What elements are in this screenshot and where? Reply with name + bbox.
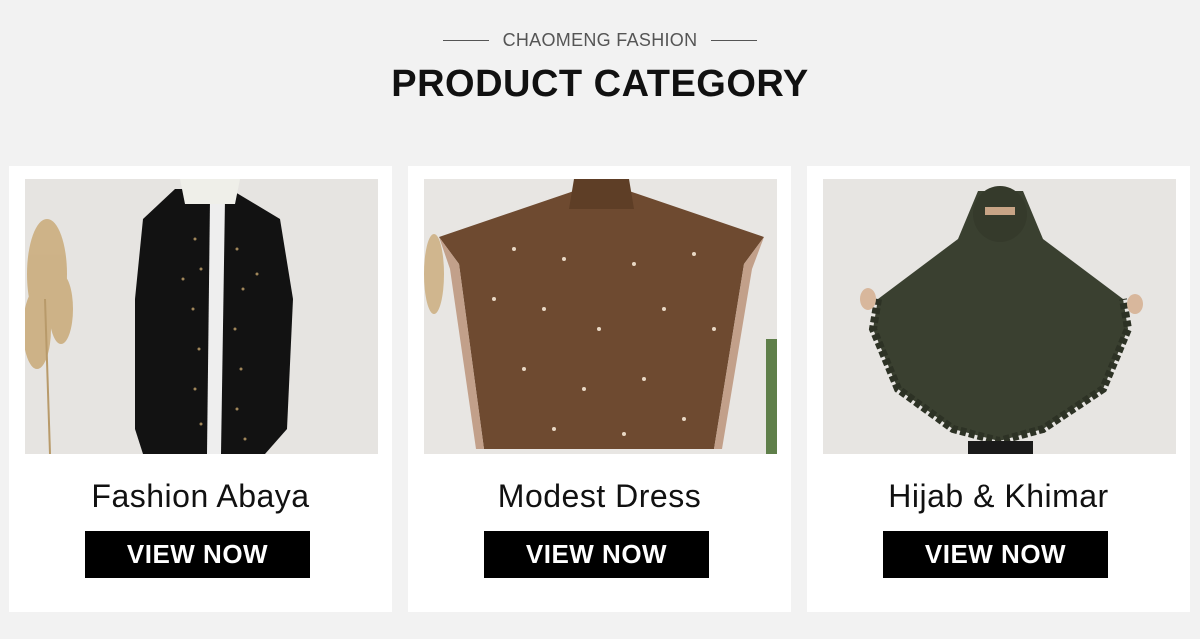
view-now-button[interactable]: VIEW NOW (85, 531, 310, 578)
left-divider (442, 39, 489, 41)
category-card-fashion-abaya[interactable]: Fashion Abaya VIEW NOW (9, 166, 392, 612)
product-image-dress[interactable] (424, 179, 777, 454)
category-card-hijab-khimar[interactable]: Hijab & Khimar VIEW NOW (807, 166, 1190, 612)
category-name[interactable]: Fashion Abaya (9, 476, 392, 516)
product-image-khimar[interactable] (823, 179, 1176, 454)
view-now-button[interactable]: VIEW NOW (484, 531, 709, 578)
product-image-abaya[interactable] (25, 179, 378, 454)
right-divider (711, 39, 758, 41)
section-title: PRODUCT CATEGORY (391, 63, 809, 105)
section-header: CHAOMENG FASHION PRODUCT CATEGORY (0, 0, 1200, 140)
category-name[interactable]: Hijab & Khimar (807, 476, 1190, 516)
category-card-modest-dress[interactable]: Modest Dress VIEW NOW (408, 166, 791, 612)
khimar-photo (823, 179, 1176, 454)
abaya-photo (25, 179, 378, 454)
brand-row: CHAOMENG FASHION (0, 29, 1200, 51)
view-now-button[interactable]: VIEW NOW (883, 531, 1108, 578)
category-name[interactable]: Modest Dress (408, 476, 791, 516)
brand-subtitle: CHAOMENG FASHION (502, 30, 698, 50)
dress-photo (424, 179, 777, 454)
